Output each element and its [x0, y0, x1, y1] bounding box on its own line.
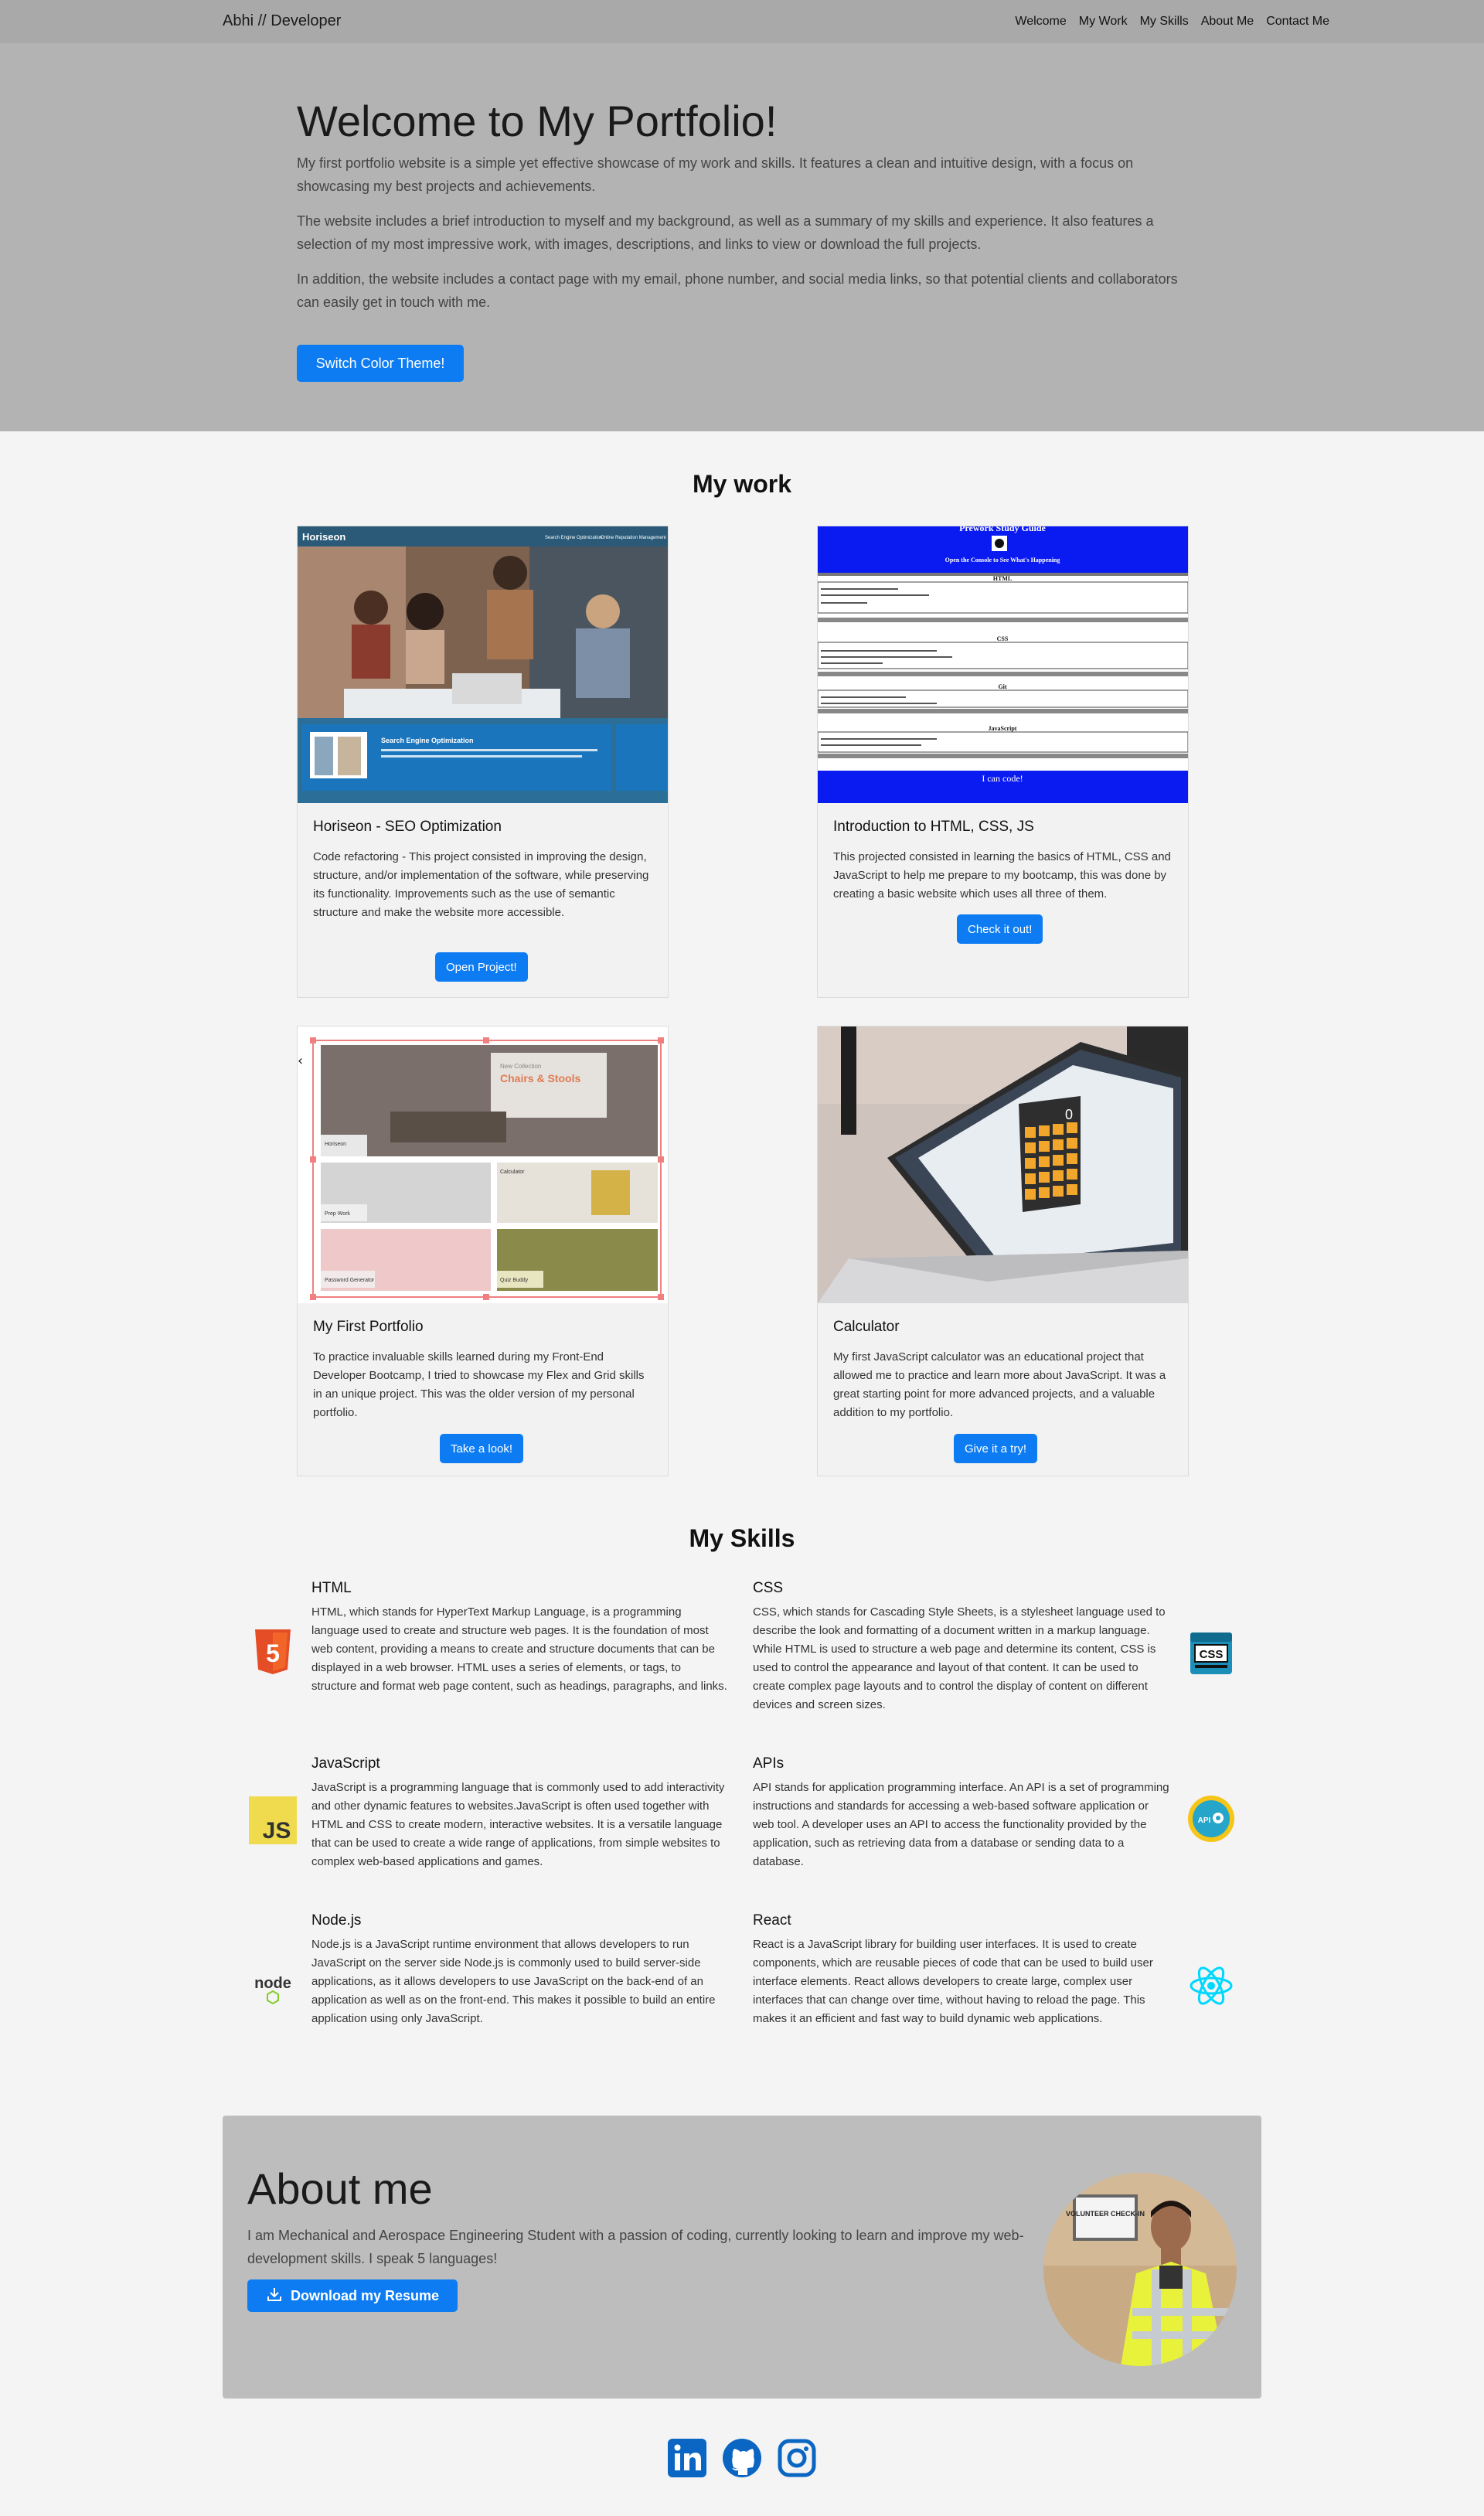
- skill-apis: APIs API stands for application programm…: [753, 1755, 1170, 1871]
- switch-theme-button[interactable]: Switch Color Theme!: [297, 345, 464, 382]
- project-description: My first JavaScript calculator was an ed…: [833, 1350, 1166, 1419]
- nav-contact-me[interactable]: Contact Me: [1266, 15, 1329, 29]
- svg-text:Open the Console to See What's: Open the Console to See What's Happening: [945, 557, 1060, 563]
- svg-text:API: API: [1198, 1816, 1211, 1825]
- svg-text:HTML: HTML: [993, 575, 1012, 582]
- css-icon: CSS: [1187, 1629, 1235, 1677]
- skill-title: JavaScript: [311, 1755, 380, 1772]
- svg-text:Password Generator: Password Generator: [325, 1278, 375, 1283]
- skill-nodejs: Node.js Node.js is a JavaScript runtime …: [311, 1912, 729, 2028]
- hero-paragraph: The website includes a brief introductio…: [297, 213, 1154, 252]
- skill-description: Node.js is a JavaScript runtime environm…: [311, 1938, 716, 2025]
- project-description: Code refactoring - This project consiste…: [313, 850, 649, 919]
- project-title: Calculator: [833, 1319, 900, 1335]
- skill-title: APIs: [753, 1755, 785, 1772]
- brand-logo[interactable]: Abhi // Developer: [223, 12, 341, 30]
- react-icon: [1187, 1962, 1235, 2010]
- hero-section: Welcome to My Portfolio! My first portfo…: [0, 43, 1484, 431]
- linkedin-icon[interactable]: [667, 2438, 707, 2478]
- project-card-portfolio: ‹ New Collection Chairs & Stools Horiseo…: [297, 1026, 669, 1476]
- svg-text:5: 5: [266, 1639, 280, 1667]
- about-title: About me: [247, 2164, 433, 2213]
- hero-paragraph: My first portfolio website is a simple y…: [297, 155, 1134, 194]
- nav-my-skills[interactable]: My Skills: [1140, 15, 1189, 29]
- project-thumbnail[interactable]: 0: [818, 1026, 1188, 1303]
- give-it-a-try-button[interactable]: Give it a try!: [954, 1434, 1038, 1463]
- project-thumbnail[interactable]: ‹ New Collection Chairs & Stools Horiseo…: [298, 1026, 668, 1303]
- project-card-horiseon: Horiseon Search Engine Optimization Onli…: [297, 526, 669, 998]
- skill-title: Node.js: [311, 1912, 362, 1929]
- svg-text:VOLUNTEER CHECK-IN: VOLUNTEER CHECK-IN: [1066, 2210, 1145, 2218]
- nodejs-icon: node: [249, 1962, 297, 2010]
- svg-text:Online Reputation Management: Online Reputation Management: [601, 536, 666, 540]
- svg-text:CSS: CSS: [997, 635, 1009, 642]
- svg-text:Git: Git: [998, 683, 1006, 690]
- api-icon: API: [1187, 1795, 1235, 1843]
- skill-description: React is a JavaScript library for buildi…: [753, 1938, 1153, 2025]
- github-icon[interactable]: [722, 2438, 762, 2478]
- skill-html: HTML HTML, which stands for HyperText Ma…: [311, 1580, 729, 1696]
- skill-description: CSS, which stands for Cascading Style Sh…: [753, 1605, 1166, 1711]
- svg-text:Search Engine Optimization: Search Engine Optimization: [381, 737, 474, 744]
- skill-react: React React is a JavaScript library for …: [753, 1912, 1170, 2028]
- skill-title: CSS: [753, 1580, 784, 1596]
- calc-display: 0: [1065, 1107, 1073, 1122]
- take-a-look-button[interactable]: Take a look!: [440, 1434, 524, 1463]
- skill-description: JavaScript is a programming language tha…: [311, 1781, 725, 1868]
- html5-icon: 5: [249, 1628, 297, 1676]
- open-project-button[interactable]: Open Project!: [435, 952, 528, 982]
- skill-css: CSS CSS, which stands for Cascading Styl…: [753, 1580, 1170, 1714]
- svg-text:Quiz Buddy: Quiz Buddy: [500, 1278, 529, 1283]
- project-description: To practice invaluable skills learned du…: [313, 1350, 645, 1419]
- download-resume-label: Download my Resume: [290, 2287, 440, 2303]
- project-card-intro: Prework Study Guide Open the Console to …: [817, 526, 1189, 998]
- download-resume-button[interactable]: Download my Resume: [247, 2279, 458, 2312]
- svg-text:Chairs & Stools: Chairs & Stools: [500, 1072, 580, 1084]
- js-icon: JS: [249, 1796, 297, 1844]
- project-thumbnail[interactable]: Prework Study Guide Open the Console to …: [818, 526, 1188, 803]
- project-title: My First Portfolio: [313, 1319, 424, 1335]
- svg-text:CSS: CSS: [1200, 1648, 1224, 1661]
- instagram-icon[interactable]: [777, 2438, 817, 2478]
- svg-text:Prep Work: Prep Work: [325, 1211, 350, 1217]
- navbar: Abhi // Developer Welcome My Work My Ski…: [0, 0, 1484, 43]
- skill-description: HTML, which stands for HyperText Markup …: [311, 1605, 727, 1693]
- nav-welcome[interactable]: Welcome: [1015, 15, 1066, 29]
- avatar: VOLUNTEER CHECK-IN: [1043, 2173, 1237, 2366]
- nav-about-me[interactable]: About Me: [1201, 15, 1254, 29]
- hero-paragraph: In addition, the website includes a cont…: [297, 271, 1178, 310]
- svg-text:Search Engine Optimization: Search Engine Optimization: [545, 536, 602, 540]
- project-title: Horiseon - SEO Optimization: [313, 819, 502, 835]
- skill-title: React: [753, 1912, 791, 1929]
- project-description: This projected consisted in learning the…: [833, 850, 1171, 901]
- thumb-header: Horiseon: [302, 531, 345, 543]
- hero-title: Welcome to My Portfolio!: [297, 97, 778, 145]
- thumb-header: Prework Study Guide: [959, 526, 1046, 533]
- svg-text:New Collection: New Collection: [500, 1063, 541, 1070]
- skill-javascript: JavaScript JavaScript is a programming l…: [311, 1755, 729, 1871]
- about-section: About me I am Mechanical and Aerospace E…: [223, 2116, 1261, 2399]
- project-card-calculator: 0 Calculator My first JavaScript calcula…: [817, 1026, 1189, 1476]
- nav-links: Welcome My Work My Skills About Me Conta…: [1002, 15, 1329, 29]
- about-text: I am Mechanical and Aerospace Engineerin…: [247, 2228, 1024, 2266]
- svg-text:Calculator: Calculator: [500, 1169, 525, 1175]
- skills-section-title: My Skills: [689, 1524, 795, 1552]
- svg-text:I can code!: I can code!: [982, 773, 1023, 784]
- svg-text:‹: ‹: [298, 1053, 303, 1069]
- nav-my-work[interactable]: My Work: [1079, 15, 1128, 29]
- skill-title: HTML: [311, 1580, 352, 1596]
- work-section-title: My work: [692, 470, 792, 498]
- project-title: Introduction to HTML, CSS, JS: [833, 819, 1034, 835]
- download-icon: [266, 2286, 283, 2307]
- svg-text:Horiseon: Horiseon: [325, 1142, 346, 1147]
- svg-text:node: node: [254, 1975, 291, 1992]
- project-thumbnail[interactable]: Horiseon Search Engine Optimization Onli…: [298, 526, 668, 803]
- skill-description: API stands for application programming i…: [753, 1781, 1169, 1868]
- svg-text:JS: JS: [263, 1818, 291, 1844]
- check-it-out-button[interactable]: Check it out!: [957, 914, 1043, 944]
- svg-text:JavaScript: JavaScript: [989, 725, 1017, 732]
